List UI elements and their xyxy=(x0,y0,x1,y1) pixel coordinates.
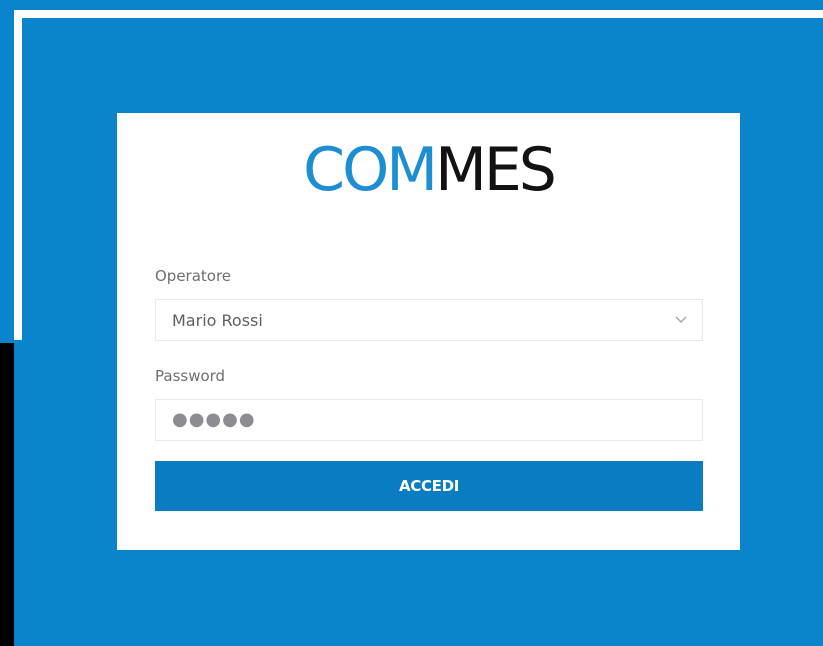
logo-mes-text: MES xyxy=(435,135,557,205)
login-button[interactable]: ACCEDI xyxy=(155,461,703,511)
password-field[interactable]: ●●●●● xyxy=(155,399,703,441)
password-label: Password xyxy=(155,367,226,385)
logo-com-text: COM xyxy=(303,135,438,205)
app-logo: COMMES xyxy=(117,140,740,200)
screen-edge xyxy=(0,343,14,646)
window-border-top xyxy=(14,10,823,18)
password-masked-value: ●●●●● xyxy=(172,409,256,430)
chevron-down-icon xyxy=(675,316,687,323)
operator-select[interactable]: Mario Rossi xyxy=(155,299,703,341)
operator-label: Operatore xyxy=(155,267,232,285)
window-border-left xyxy=(14,10,22,340)
operator-select-value: Mario Rossi xyxy=(172,311,263,330)
